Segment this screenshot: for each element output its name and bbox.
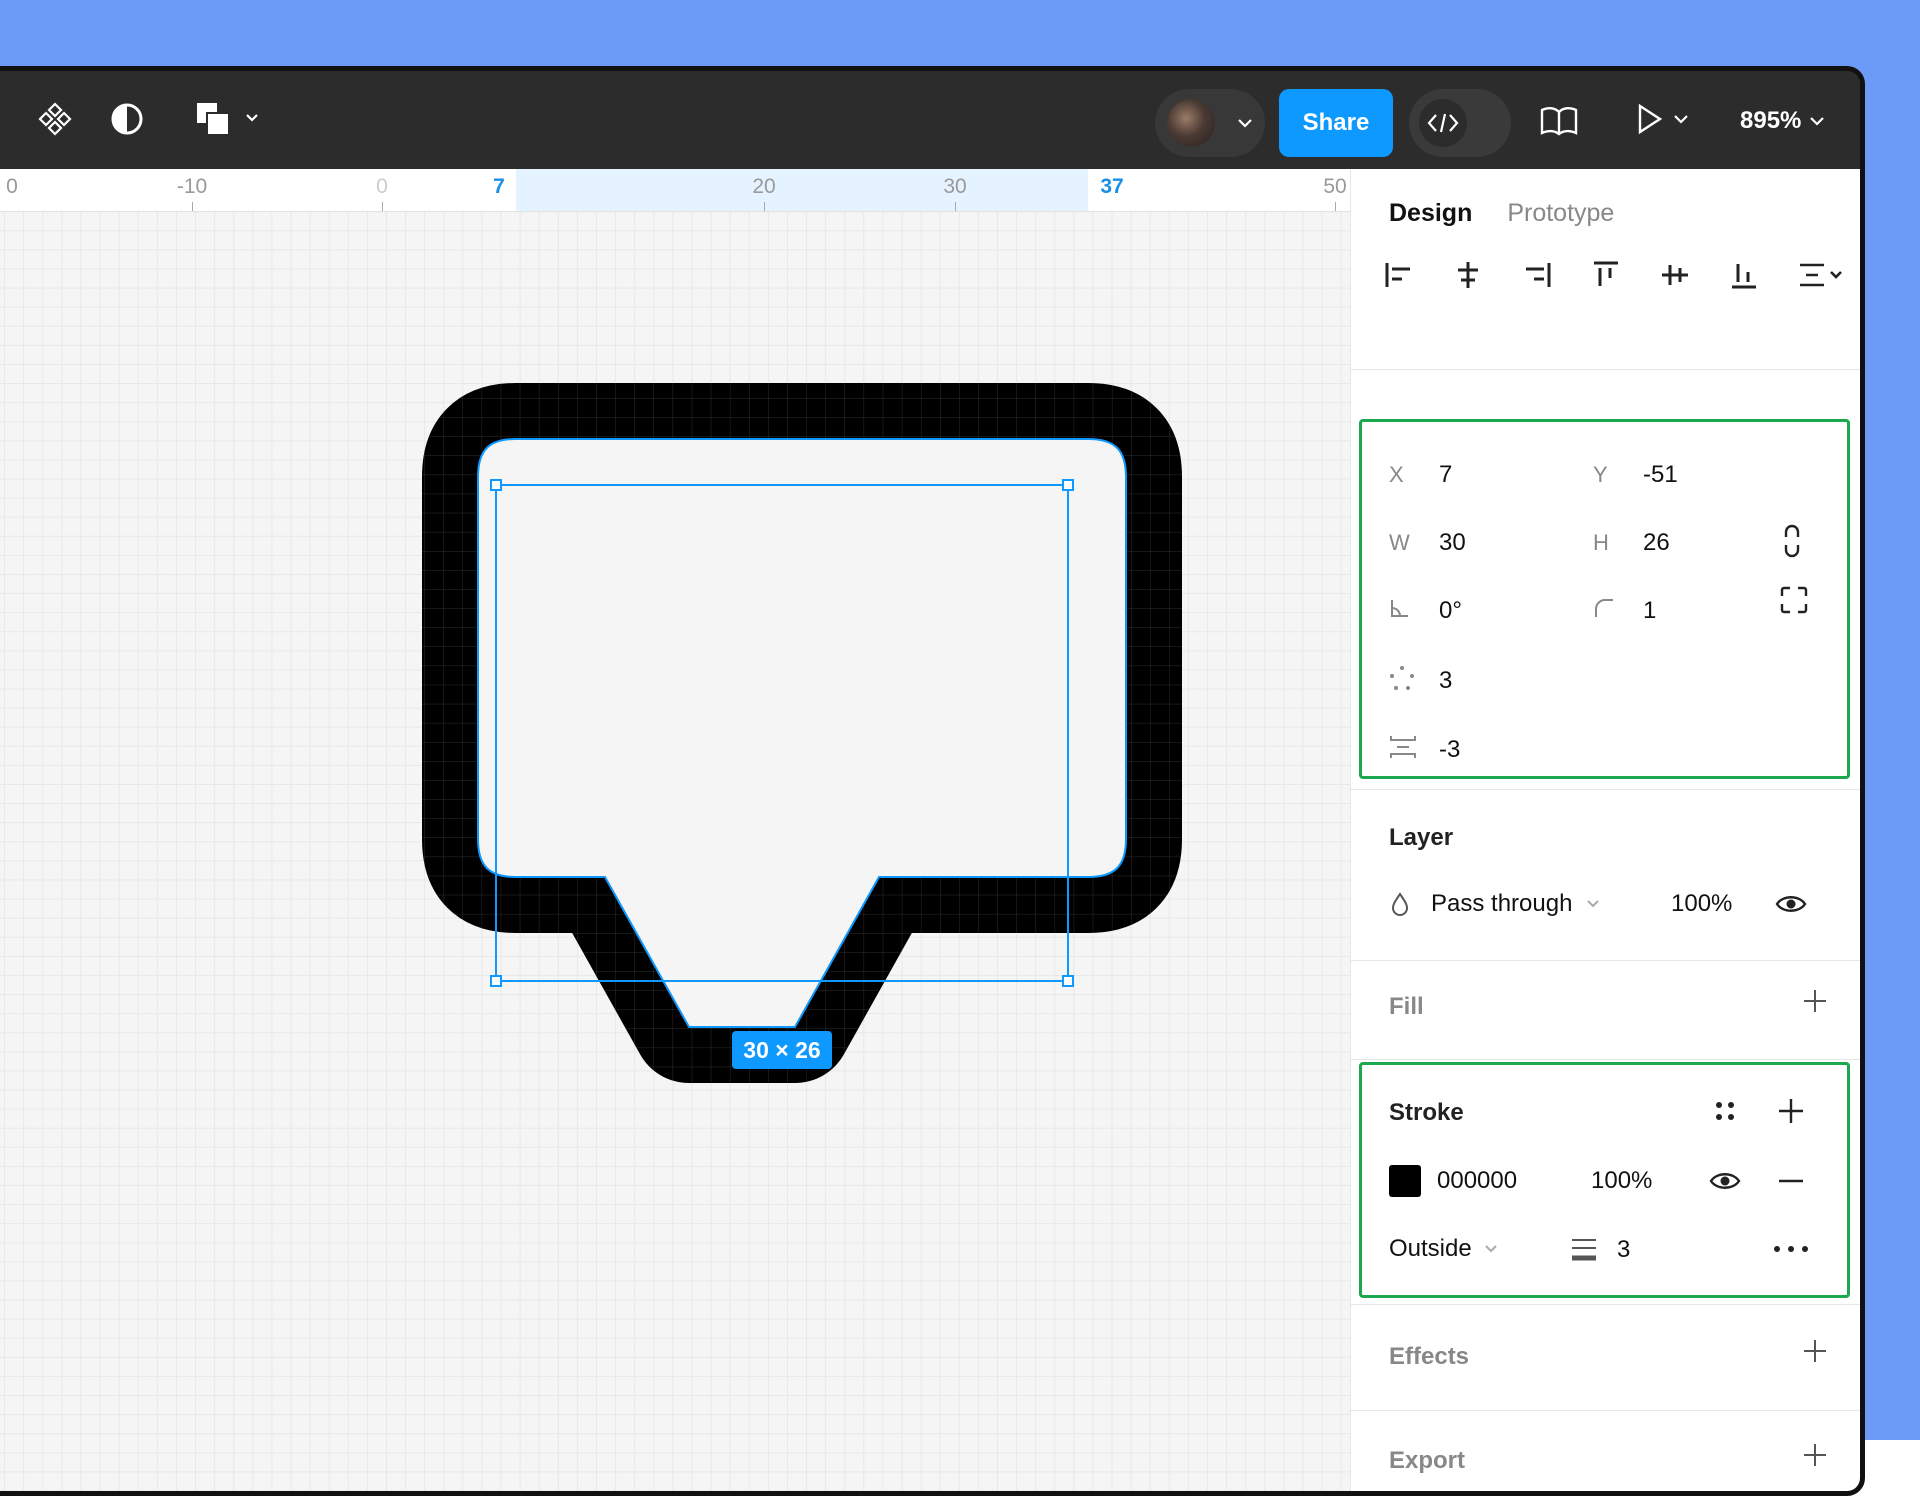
- stroke-weight-field[interactable]: 3: [1569, 1235, 1630, 1265]
- alignment-toolbar: [1383, 259, 1843, 291]
- spacing-value: -3: [1439, 736, 1461, 763]
- remove-stroke-icon[interactable]: [1777, 1167, 1805, 1195]
- stroke-position-select[interactable]: Outside: [1389, 1235, 1498, 1263]
- fill-title: Fill: [1389, 993, 1424, 1020]
- resize-handle[interactable]: [1062, 975, 1074, 987]
- radius-value: 1: [1643, 597, 1657, 624]
- align-left-icon[interactable]: [1383, 259, 1415, 291]
- distribute-menu-icon[interactable]: [1797, 259, 1843, 291]
- spacing-field[interactable]: -3: [1389, 733, 1460, 767]
- width-field[interactable]: W 30: [1389, 529, 1466, 557]
- add-export-button[interactable]: [1801, 1441, 1829, 1475]
- zoom-menu[interactable]: 895%: [1740, 101, 1825, 141]
- stroke-weight-icon: [1572, 1239, 1596, 1261]
- blend-mode-value: Pass through: [1431, 890, 1573, 917]
- spacing-icon: [1389, 733, 1439, 767]
- panel-header: Design Prototype: [1351, 169, 1860, 370]
- point-count-field[interactable]: 3: [1389, 665, 1452, 697]
- align-vertical-center-icon[interactable]: [1659, 259, 1691, 291]
- blend-drop-icon: [1391, 892, 1409, 916]
- w-value: 30: [1439, 529, 1466, 556]
- corner-radius-icon: [1593, 597, 1643, 625]
- effects-section: Effects: [1351, 1304, 1860, 1411]
- chevron-down-icon: [1485, 1245, 1497, 1253]
- rotation-value: 0°: [1439, 597, 1462, 624]
- stroke-color-swatch[interactable]: [1389, 1165, 1421, 1197]
- stroke-opacity[interactable]: 100%: [1591, 1167, 1652, 1195]
- resize-handle[interactable]: [1062, 479, 1074, 491]
- library-book-icon[interactable]: [1537, 101, 1581, 141]
- height-field[interactable]: H 26: [1593, 529, 1670, 557]
- speech-bubble-shape[interactable]: [0, 169, 1350, 1496]
- avatar: [1167, 99, 1215, 147]
- eye-icon[interactable]: [1775, 888, 1807, 920]
- dimension-label: 30 × 26: [732, 1031, 832, 1069]
- align-right-icon[interactable]: [1521, 259, 1553, 291]
- zoom-label: 895%: [1740, 107, 1802, 134]
- chevron-down-icon: [1810, 117, 1825, 126]
- x-field[interactable]: X 7: [1389, 461, 1452, 489]
- dev-mode-toggle[interactable]: [1409, 89, 1511, 157]
- align-top-icon[interactable]: [1590, 259, 1622, 291]
- stroke-title: Stroke: [1389, 1099, 1464, 1126]
- points-value: 3: [1439, 667, 1453, 694]
- code-icon: [1419, 99, 1467, 147]
- y-field[interactable]: Y -51: [1593, 461, 1678, 489]
- contrast-icon[interactable]: [109, 101, 145, 137]
- x-value: 7: [1439, 461, 1453, 488]
- design-panel: Design Prototype X 7 Y -51 W 30 H 26 0° …: [1350, 169, 1860, 1491]
- rotation-icon: [1389, 597, 1439, 625]
- shape-tools-icon[interactable]: [195, 99, 265, 139]
- rotation-field[interactable]: 0°: [1389, 597, 1462, 625]
- plus-icon: [1804, 990, 1826, 1012]
- user-avatar-menu[interactable]: [1155, 89, 1265, 157]
- y-label: Y: [1593, 462, 1608, 487]
- stroke-position-value: Outside: [1389, 1235, 1472, 1262]
- blend-mode-select[interactable]: Pass through: [1389, 890, 1600, 918]
- layer-title: Layer: [1389, 824, 1454, 851]
- more-options-icon[interactable]: [1771, 1239, 1811, 1259]
- stroke-weight-value: 3: [1617, 1236, 1631, 1263]
- style-grid-icon[interactable]: [1711, 1097, 1739, 1125]
- add-fill-button[interactable]: [1801, 987, 1829, 1021]
- resize-handle[interactable]: [490, 479, 502, 491]
- resize-handle[interactable]: [490, 975, 502, 987]
- w-label: W: [1389, 530, 1410, 555]
- components-icon[interactable]: [35, 99, 75, 139]
- chevron-down-icon: [1587, 900, 1600, 908]
- share-button[interactable]: Share: [1279, 89, 1393, 157]
- y-value: -51: [1643, 461, 1678, 488]
- chevron-down-icon: [1238, 119, 1252, 128]
- x-label: X: [1389, 462, 1404, 487]
- export-section: Export: [1351, 1409, 1860, 1491]
- h-value: 26: [1643, 529, 1670, 556]
- independent-corners-icon[interactable]: [1779, 585, 1809, 615]
- corner-radius-field[interactable]: 1: [1593, 597, 1656, 625]
- chevron-down-icon[interactable]: [1671, 109, 1691, 129]
- plus-icon: [1804, 1444, 1826, 1466]
- tab-prototype[interactable]: Prototype: [1507, 199, 1614, 227]
- panel-tabs: Design Prototype: [1389, 199, 1614, 228]
- align-bottom-icon[interactable]: [1728, 259, 1760, 291]
- eye-icon[interactable]: [1709, 1165, 1741, 1197]
- toolbar: Share 895%: [0, 71, 1860, 169]
- add-stroke-icon[interactable]: [1777, 1097, 1805, 1125]
- align-horizontal-center-icon[interactable]: [1452, 259, 1484, 291]
- add-effect-button[interactable]: [1801, 1337, 1829, 1371]
- effects-title: Effects: [1389, 1343, 1470, 1370]
- export-title: Export: [1389, 1447, 1466, 1474]
- canvas[interactable]: 0 -10 0 7 20 30 37 50 30 × 26: [0, 169, 1350, 1496]
- constrain-proportions-icon[interactable]: [1779, 523, 1805, 559]
- layer-section: Layer Pass through 100%: [1351, 789, 1860, 961]
- figma-window: Share 895% 0 -10 0 7 20 30 37 50 30 × 26…: [0, 66, 1865, 1496]
- h-label: H: [1593, 530, 1609, 555]
- stroke-hex[interactable]: 000000: [1437, 1167, 1517, 1195]
- layer-opacity[interactable]: 100%: [1671, 890, 1732, 918]
- plus-icon: [1804, 1340, 1826, 1362]
- tab-design[interactable]: Design: [1389, 199, 1472, 227]
- points-icon: [1389, 665, 1439, 697]
- present-play-icon[interactable]: [1635, 99, 1665, 139]
- fill-section: Fill: [1351, 959, 1860, 1060]
